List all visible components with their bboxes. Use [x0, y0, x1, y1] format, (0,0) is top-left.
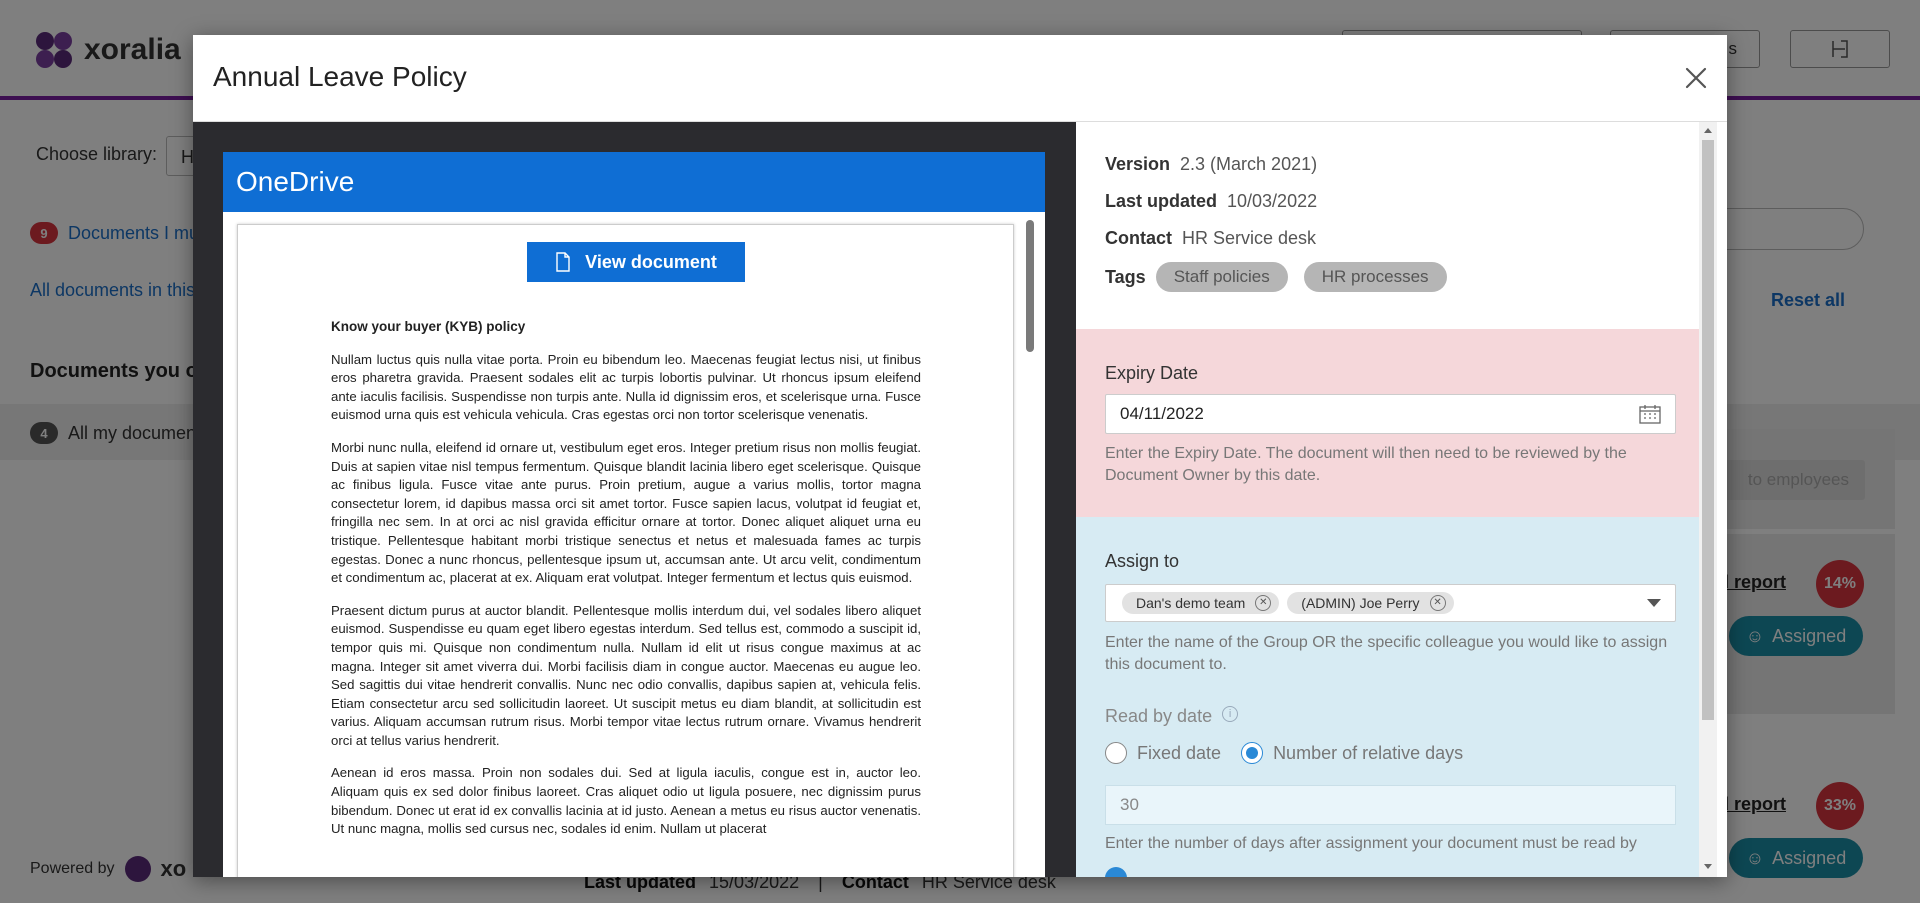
document-heading: Know your buyer (KYB) policy — [331, 319, 526, 334]
modal-header: Annual Leave Policy — [193, 35, 1727, 122]
assign-section: Assign to Dan's demo team ✕ (ADMIN) Joe … — [1076, 517, 1699, 877]
expiry-date-input[interactable]: 04/11/2022 — [1105, 394, 1676, 434]
fixed-date-radio[interactable] — [1105, 742, 1127, 764]
tags-label: Tags — [1105, 266, 1146, 287]
onedrive-title: OneDrive — [236, 166, 355, 197]
onedrive-bar: OneDrive — [223, 152, 1045, 212]
tag-chip[interactable]: Staff policies — [1155, 262, 1288, 292]
relative-days-label[interactable]: Number of relative days — [1273, 743, 1463, 764]
scroll-down-arrow-icon[interactable] — [1704, 864, 1712, 869]
expiry-date-value: 04/11/2022 — [1120, 404, 1204, 423]
document-meta: Version 2.3 (March 2021) Last updated 10/0… — [1076, 122, 1699, 329]
fixed-date-label[interactable]: Fixed date — [1137, 743, 1221, 764]
form-scrollbar-thumb[interactable] — [1702, 140, 1714, 720]
form-scrollbar[interactable] — [1699, 122, 1717, 877]
document-paragraph: Praesent dictum purus at auctor blandit.… — [331, 602, 921, 748]
remove-chip-icon[interactable]: ✕ — [1255, 595, 1272, 611]
relative-days-radio[interactable] — [1241, 742, 1264, 764]
document-paragraph: Aenean id eros massa. Proin non sodales … — [331, 765, 921, 837]
close-button[interactable] — [1682, 64, 1710, 92]
version-label: Version — [1105, 154, 1171, 174]
document-paragraph: Morbi nunc nulla, eleifend id ornare ut,… — [331, 439, 921, 586]
info-icon[interactable]: i — [1222, 705, 1239, 722]
assignee-chip-label: Dan's demo team — [1136, 595, 1246, 611]
view-document-label: View document — [585, 251, 717, 272]
assign-to-label: Assign to — [1105, 551, 1180, 571]
relative-days-value: 30 — [1120, 795, 1139, 814]
viewer-scrollbar[interactable] — [1026, 220, 1034, 877]
document-icon — [556, 252, 570, 272]
next-option-radio[interactable] — [1105, 867, 1127, 877]
read-by-options: Fixed date Number of relative days — [1105, 742, 1463, 764]
remove-chip-icon[interactable]: ✕ — [1429, 595, 1446, 611]
version-row: Version 2.3 (March 2021) — [1105, 154, 1317, 175]
assignee-chip: (ADMIN) Joe Perry ✕ — [1287, 592, 1454, 614]
calendar-icon[interactable] — [1639, 404, 1661, 424]
tags-row: Tags Staff policies HR processes — [1105, 262, 1447, 292]
expiry-date-label: Expiry Date — [1105, 363, 1199, 383]
assignee-chip: Dan's demo team ✕ — [1122, 592, 1280, 614]
scroll-up-arrow-icon[interactable] — [1704, 128, 1712, 133]
last-updated-label: Last updated — [1105, 191, 1218, 211]
document-preview: OneDrive View document Know your buyer (… — [193, 122, 1076, 877]
assign-to-select[interactable]: Dan's demo team ✕ (ADMIN) Joe Perry ✕ — [1105, 584, 1676, 622]
tag-chip[interactable]: HR processes — [1303, 262, 1447, 292]
version-value: 2.3 (March 2021) — [1180, 154, 1318, 174]
document-page: View document Know your buyer (KYB) poli… — [237, 224, 1014, 877]
last-updated-row: Last updated 10/03/2022 — [1105, 191, 1317, 212]
last-updated-value: 10/03/2022 — [1227, 191, 1318, 211]
onedrive-viewer[interactable]: View document Know your buyer (KYB) poli… — [223, 212, 1045, 877]
contact-label: Contact — [1105, 228, 1172, 248]
modal-title: Annual Leave Policy — [213, 61, 467, 92]
document-settings-form: Version 2.3 (March 2021) Last updated 10/0… — [1076, 122, 1699, 877]
close-icon — [1685, 67, 1707, 89]
contact-value: HR Service desk — [1182, 228, 1317, 248]
viewer-scrollbar-thumb[interactable] — [1026, 220, 1034, 352]
assign-help-text: Enter the name of the Group OR the speci… — [1105, 634, 1668, 673]
contact-row: Contact HR Service desk — [1105, 228, 1316, 249]
document-modal: Annual Leave Policy OneDrive View docume… — [193, 35, 1727, 877]
read-by-row: Read by date i — [1105, 705, 1239, 727]
relative-days-input[interactable]: 30 — [1105, 785, 1676, 825]
days-help-text: Enter the number of days after assignmen… — [1105, 835, 1637, 852]
view-document-button[interactable]: View document — [527, 242, 745, 282]
expiry-section: Expiry Date 04/11/2022 Enter the Expiry … — [1076, 329, 1699, 517]
document-body: Know your buyer (KYB) policy Nullam luct… — [331, 318, 921, 853]
read-by-date-label: Read by date — [1105, 706, 1213, 726]
chevron-down-icon[interactable] — [1647, 599, 1661, 607]
document-paragraph: Nullam luctus quis nulla vitae porta. Pr… — [331, 351, 921, 423]
expiry-help-text: Enter the Expiry Date. The document will… — [1105, 445, 1627, 484]
assignee-chip-label: (ADMIN) Joe Perry — [1301, 595, 1420, 611]
